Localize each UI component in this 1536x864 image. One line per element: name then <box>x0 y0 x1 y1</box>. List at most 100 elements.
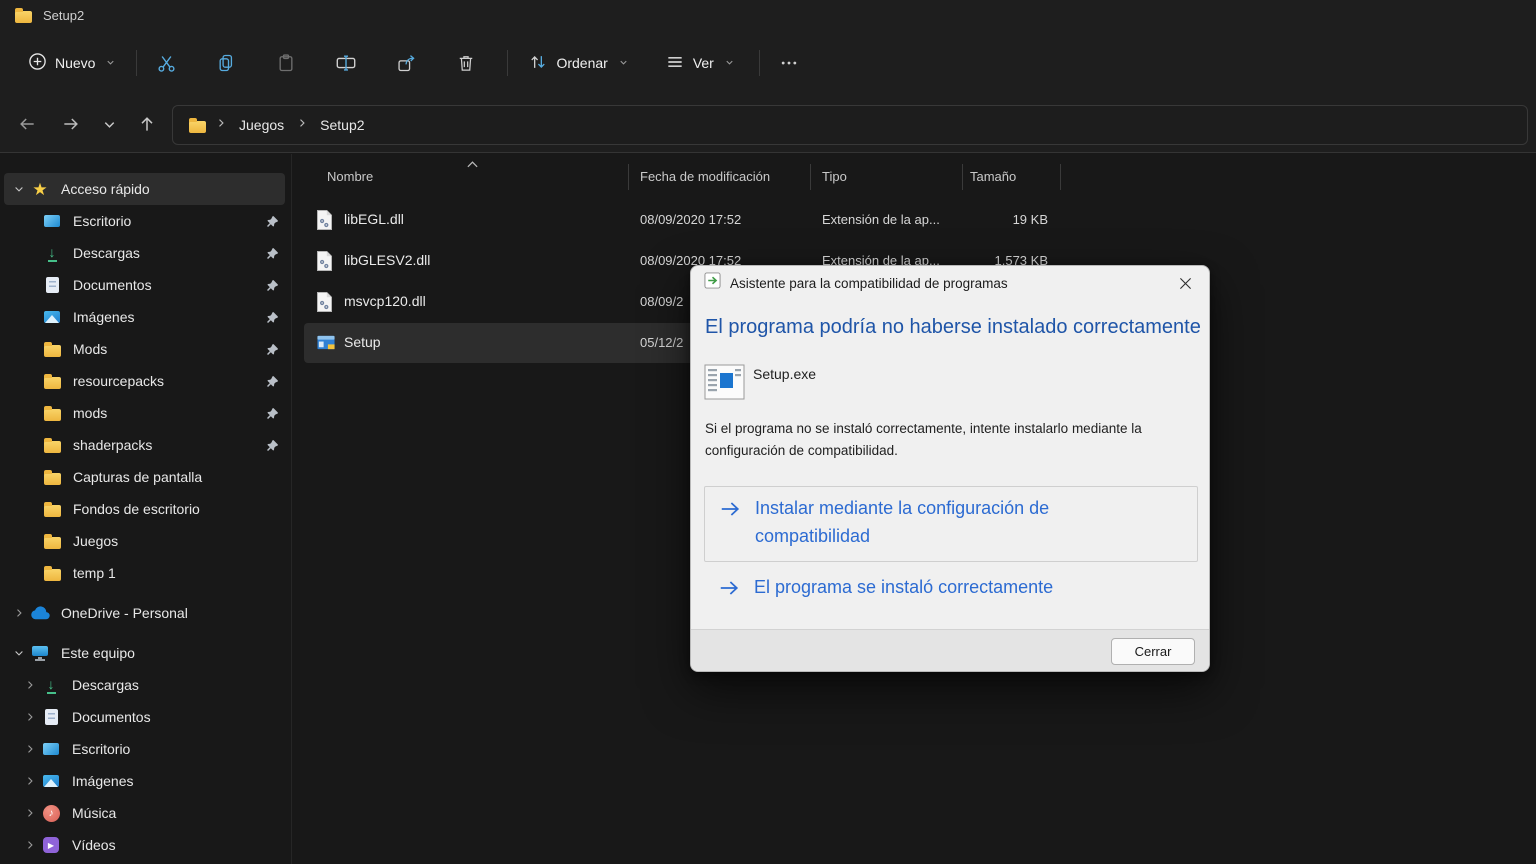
sidebar-item-imagenes[interactable]: Imágenes <box>0 301 291 333</box>
setup-app-icon <box>316 333 336 357</box>
sidebar-item-capturas[interactable]: Capturas de pantalla <box>0 461 291 493</box>
explorer-window: Setup2 Nuevo <box>0 0 1536 864</box>
column-header-fecha[interactable]: Fecha de modificación <box>640 160 770 192</box>
sort-button[interactable]: Ordenar <box>518 46 638 81</box>
rename-button[interactable] <box>327 46 365 80</box>
sidebar-item-label: shaderpacks <box>73 437 152 453</box>
chevron-right-icon[interactable] <box>8 607 30 619</box>
sidebar-item-acceso-rapido[interactable]: Acceso rápido <box>4 173 285 205</box>
sort-ascending-icon <box>466 156 479 174</box>
file-name: Setup <box>344 334 381 350</box>
pin-icon[interactable] <box>266 279 279 292</box>
forward-button[interactable] <box>53 107 89 141</box>
cerrar-button[interactable]: Cerrar <box>1111 638 1195 665</box>
chevron-right-icon[interactable] <box>19 679 41 691</box>
column-header-nombre[interactable]: Nombre <box>327 160 373 192</box>
sidebar-item-temp1[interactable]: temp 1 <box>0 557 291 589</box>
downloads-icon <box>41 675 61 695</box>
sidebar-item-resourcepacks[interactable]: resourcepacks <box>0 365 291 397</box>
sidebar-item-este-equipo[interactable]: Este equipo <box>0 637 291 669</box>
breadcrumb-item-juegos[interactable]: Juegos <box>235 114 288 136</box>
view-button[interactable]: Ver <box>655 46 745 81</box>
sidebar-item-escritorio[interactable]: Escritorio <box>0 205 291 237</box>
music-icon <box>41 803 61 823</box>
file-name: libEGL.dll <box>344 211 404 227</box>
pin-icon[interactable] <box>266 375 279 388</box>
up-button[interactable] <box>129 107 165 141</box>
more-options-button[interactable] <box>770 46 808 80</box>
sort-arrows-icon <box>528 52 548 75</box>
chevron-down-icon[interactable] <box>8 647 30 659</box>
file-row-libegl[interactable]: libEGL.dll 08/09/2020 17:52 Extensión de… <box>304 200 1056 240</box>
compatibility-assistant-icon <box>704 272 721 294</box>
sidebar-item-pc-escritorio[interactable]: Escritorio <box>0 733 291 765</box>
option-label: El programa se instaló correctamente <box>754 577 1053 598</box>
dll-file-icon <box>316 210 333 235</box>
breadcrumb-chevron[interactable] <box>215 116 227 134</box>
document-icon <box>41 707 61 727</box>
copy-button[interactable] <box>207 46 245 80</box>
option-install-with-compatibility[interactable]: Instalar mediante la configuración de co… <box>704 486 1198 562</box>
toolbar-separator <box>507 50 508 76</box>
sidebar-item-pc-documentos[interactable]: Documentos <box>0 701 291 733</box>
address-bar[interactable]: Juegos Setup2 <box>172 105 1528 145</box>
computer-icon <box>30 643 50 663</box>
share-button[interactable] <box>387 46 425 80</box>
back-button[interactable] <box>9 107 45 141</box>
address-row: Juegos Setup2 <box>0 96 1536 152</box>
option-label: Instalar mediante la configuración de co… <box>755 494 1100 550</box>
chevron-right-icon[interactable] <box>19 711 41 723</box>
sidebar-item-label: Documentos <box>73 277 152 293</box>
scissors-icon <box>156 53 177 74</box>
pin-icon[interactable] <box>266 247 279 260</box>
chevron-down-icon <box>618 55 629 71</box>
chevron-right-icon[interactable] <box>19 743 41 755</box>
sidebar-item-mods-1[interactable]: Mods <box>0 333 291 365</box>
cut-button[interactable] <box>147 46 185 80</box>
folder-icon <box>187 115 207 135</box>
column-header-tipo[interactable]: Tipo <box>822 160 847 192</box>
recent-locations-button[interactable] <box>91 107 127 141</box>
folder-icon <box>13 5 33 25</box>
pin-icon[interactable] <box>266 439 279 452</box>
sidebar-item-juegos[interactable]: Juegos <box>0 525 291 557</box>
sidebar-item-label: resourcepacks <box>73 373 164 389</box>
dialog-close-button[interactable] <box>1171 271 1199 295</box>
pin-icon[interactable] <box>266 343 279 356</box>
sidebar-item-label: OneDrive - Personal <box>61 605 188 621</box>
sidebar-item-pc-videos[interactable]: Vídeos <box>0 829 291 861</box>
chevron-down-icon <box>724 55 735 71</box>
sidebar-item-onedrive[interactable]: OneDrive - Personal <box>0 597 291 629</box>
sidebar-item-descargas[interactable]: Descargas <box>0 237 291 269</box>
sidebar-item-shaderpacks[interactable]: shaderpacks <box>0 429 291 461</box>
new-button[interactable]: Nuevo <box>18 46 126 80</box>
chevron-down-icon[interactable] <box>8 183 30 195</box>
sidebar-item-label: Vídeos <box>72 837 116 853</box>
pin-icon[interactable] <box>266 311 279 324</box>
sidebar-item-documentos[interactable]: Documentos <box>0 269 291 301</box>
star-icon <box>30 179 50 199</box>
sidebar-item-label: Mods <box>73 341 107 357</box>
sidebar-item-pc-descargas[interactable]: Descargas <box>0 669 291 701</box>
breadcrumb-chevron[interactable] <box>296 116 308 134</box>
paste-button[interactable] <box>267 46 305 80</box>
dialog-body-text: Si el programa no se instaló correctamen… <box>705 418 1199 461</box>
desktop-icon <box>41 739 61 759</box>
chevron-right-icon[interactable] <box>19 807 41 819</box>
sidebar-item-pc-imagenes[interactable]: Imágenes <box>0 765 291 797</box>
option-installed-correctly[interactable]: El programa se instaló correctamente <box>704 566 1198 616</box>
chevron-right-icon[interactable] <box>19 775 41 787</box>
sidebar-item-mods-2[interactable]: mods <box>0 397 291 429</box>
sidebar-item-fondos[interactable]: Fondos de escritorio <box>0 493 291 525</box>
breadcrumb-item-setup2[interactable]: Setup2 <box>316 114 368 136</box>
sidebar-item-pc-musica[interactable]: Música <box>0 797 291 829</box>
title-bar: Setup2 <box>0 0 1536 30</box>
chevron-right-icon[interactable] <box>19 839 41 851</box>
toolbar-separator <box>136 50 137 76</box>
file-size: 19 KB <box>1013 212 1048 227</box>
delete-button[interactable] <box>447 46 485 80</box>
pin-icon[interactable] <box>266 215 279 228</box>
sidebar-item-label: Documentos <box>72 709 151 725</box>
column-header-tamano[interactable]: Tamaño <box>970 160 1016 192</box>
pin-icon[interactable] <box>266 407 279 420</box>
